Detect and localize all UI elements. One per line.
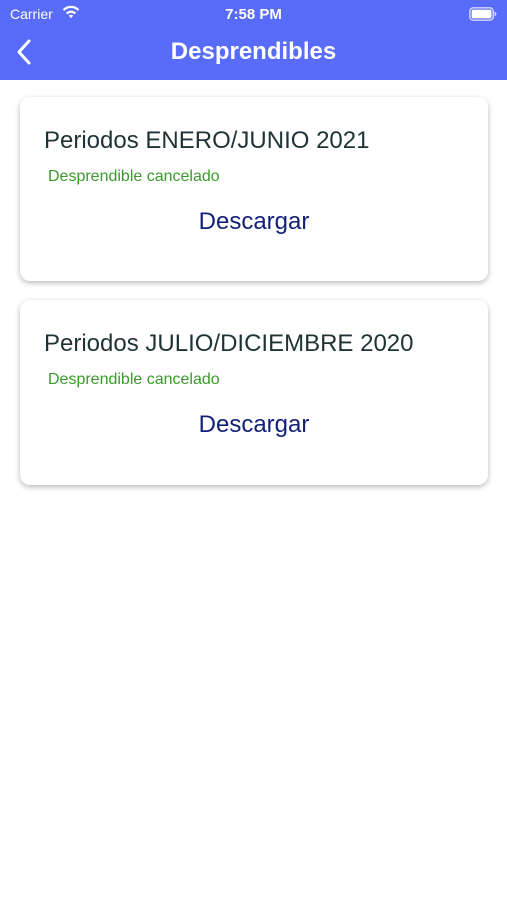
card-status-text: Desprendible cancelado xyxy=(48,168,220,185)
payslip-list: Periodos ENERO/JUNIO 2021 Desprendible c… xyxy=(0,80,507,900)
card-period-title: Periodos ENERO/JUNIO 2021 xyxy=(44,127,370,154)
download-button[interactable]: Descargar xyxy=(20,208,488,236)
battery-icon xyxy=(469,7,497,21)
status-bar: Carrier 7:58 PM xyxy=(0,0,507,28)
download-button[interactable]: Descargar xyxy=(20,411,488,439)
page-title: Desprendibles xyxy=(170,38,337,65)
card-status-text: Desprendible cancelado xyxy=(48,371,220,388)
payslip-card: Periodos JULIO/DICIEMBRE 2020 Desprendib… xyxy=(20,300,488,485)
card-period-title: Periodos JULIO/DICIEMBRE 2020 xyxy=(44,330,414,357)
app-header: Carrier 7:58 PM Desprendibles xyxy=(0,0,507,80)
payslip-card: Periodos ENERO/JUNIO 2021 Desprendible c… xyxy=(20,97,488,281)
status-time: 7:58 PM xyxy=(225,6,282,23)
